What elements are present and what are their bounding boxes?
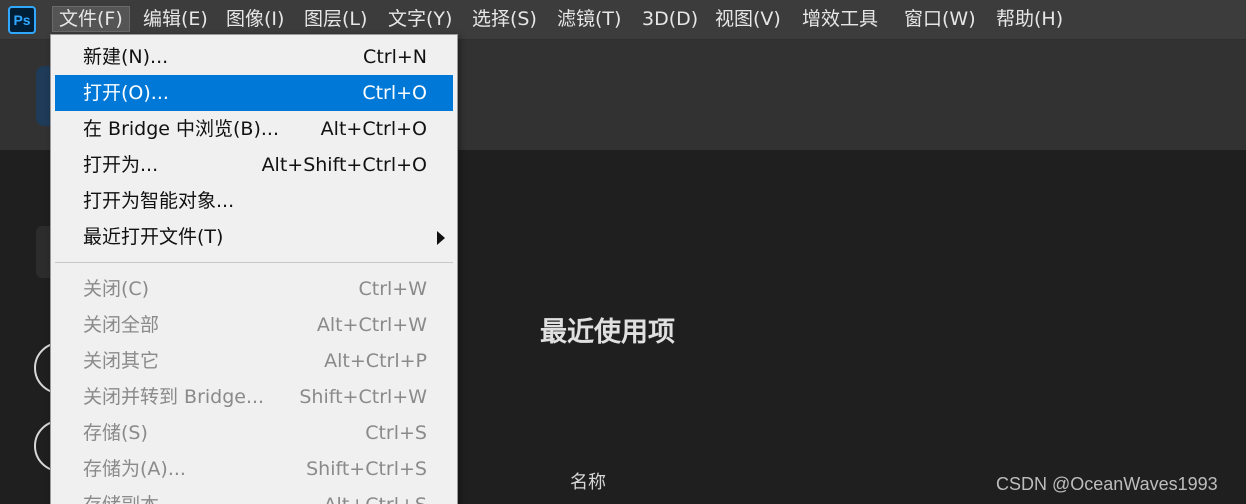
- menu-item-label: 存储副本...: [83, 487, 177, 504]
- menu-item-label: 最近打开文件(T): [83, 226, 224, 248]
- menu-item-label: 在 Bridge 中浏览(B)...: [83, 118, 279, 140]
- menu-window[interactable]: 窗口(W): [898, 6, 982, 32]
- menu-view[interactable]: 视图(V): [709, 6, 787, 32]
- name-column-header[interactable]: 名称: [570, 468, 606, 494]
- menu-item-shortcut: Alt+Ctrl+W: [316, 314, 427, 336]
- menu-edit[interactable]: 编辑(E): [137, 6, 214, 32]
- menu-separator: [55, 262, 453, 263]
- menu-item-save[interactable]: 存储(S) Ctrl+S: [55, 415, 453, 451]
- menu-item-label: 关闭其它: [83, 350, 160, 372]
- menu-item-shortcut: Ctrl+O: [362, 82, 427, 104]
- menu-item-open-as[interactable]: 打开为... Alt+Shift+Ctrl+O: [55, 147, 453, 183]
- menu-item-open-as-smart-object[interactable]: 打开为智能对象...: [55, 183, 453, 219]
- menu-item-shortcut: Ctrl+N: [363, 46, 427, 68]
- menu-item-shortcut: Shift+Ctrl+S: [306, 458, 427, 480]
- menu-type[interactable]: 文字(Y): [382, 6, 458, 32]
- menu-item-shortcut: Shift+Ctrl+W: [299, 386, 427, 408]
- menu-item-label: 关闭全部: [83, 314, 160, 336]
- menu-item-save-as[interactable]: 存储为(A)... Shift+Ctrl+S: [55, 451, 453, 487]
- menu-image[interactable]: 图像(I): [220, 6, 290, 32]
- menu-item-label: 存储为(A)...: [83, 458, 186, 480]
- menu-item-close-all[interactable]: 关闭全部 Alt+Ctrl+W: [55, 307, 453, 343]
- recent-items-title: 最近使用项: [540, 317, 675, 348]
- menu-item-label: 关闭并转到 Bridge...: [83, 386, 265, 408]
- menu-item-shortcut: Alt+Ctrl+P: [324, 350, 427, 372]
- menu-item-shortcut: Ctrl+S: [365, 422, 427, 444]
- menu-item-label: 关闭(C): [83, 278, 150, 300]
- menu-item-close-and-go-to-bridge[interactable]: 关闭并转到 Bridge... Shift+Ctrl+W: [55, 379, 453, 415]
- menu-filter[interactable]: 滤镜(T): [551, 6, 627, 32]
- menu-item-shortcut: Ctrl+W: [358, 278, 427, 300]
- menu-item-browse-in-bridge[interactable]: 在 Bridge 中浏览(B)... Alt+Ctrl+O: [55, 111, 453, 147]
- menu-item-open[interactable]: 打开(O)... Ctrl+O: [55, 75, 453, 111]
- menu-item-save-copy[interactable]: 存储副本... Alt+Ctrl+S: [55, 487, 453, 504]
- menu-select[interactable]: 选择(S): [466, 6, 543, 32]
- menu-item-label: 存储(S): [83, 422, 148, 444]
- photoshop-logo-icon[interactable]: Ps: [8, 6, 36, 34]
- menu-item-new[interactable]: 新建(N)... Ctrl+N: [55, 39, 453, 75]
- watermark-text: CSDN @OceanWaves1993: [996, 474, 1218, 494]
- menu-file[interactable]: 文件(F): [52, 6, 130, 32]
- menu-item-shortcut: Alt+Ctrl+S: [324, 487, 427, 504]
- menu-item-shortcut: Alt+Ctrl+O: [320, 118, 427, 140]
- menu-item-label: 打开为智能对象...: [83, 190, 235, 212]
- menu-layer[interactable]: 图层(L): [298, 6, 373, 32]
- menu-item-recent-files[interactable]: 最近打开文件(T): [55, 219, 453, 255]
- menu-3d[interactable]: 3D(D): [636, 6, 704, 32]
- menu-item-close[interactable]: 关闭(C) Ctrl+W: [55, 271, 453, 307]
- menu-item-shortcut: Alt+Shift+Ctrl+O: [261, 154, 427, 176]
- menu-item-label: 新建(N)...: [83, 46, 169, 68]
- menu-item-label: 打开为...: [83, 154, 159, 176]
- photoshop-window: 最近使用项 名称 CSDN @OceanWaves1993 Ps 文件(F) 编…: [0, 0, 1246, 504]
- submenu-arrow-icon: [437, 231, 445, 245]
- menu-item-label: 打开(O)...: [83, 82, 169, 104]
- menu-help[interactable]: 帮助(H): [990, 6, 1069, 32]
- file-menu-dropdown: 新建(N)... Ctrl+N 打开(O)... Ctrl+O 在 Bridge…: [50, 34, 458, 504]
- menu-item-close-others[interactable]: 关闭其它 Alt+Ctrl+P: [55, 343, 453, 379]
- menu-plugins[interactable]: 增效工具: [796, 6, 884, 32]
